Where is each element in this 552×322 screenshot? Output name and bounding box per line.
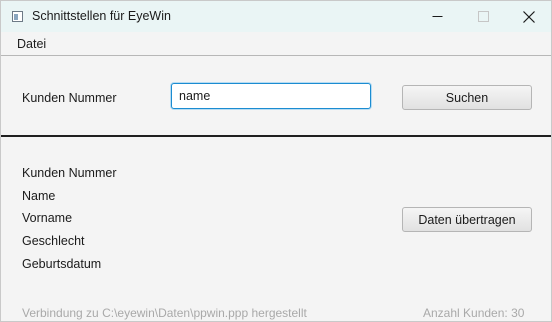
close-button[interactable] — [506, 1, 551, 32]
detail-label-first-name: Vorname — [22, 211, 73, 225]
search-button[interactable]: Suchen — [402, 85, 532, 110]
detail-label-name: Name — [22, 189, 56, 203]
menu-item-datei[interactable]: Datei — [11, 37, 52, 51]
app-window-icon — [12, 11, 23, 22]
menu-bar: Datei — [1, 32, 551, 56]
detail-label-birthdate: Geburtsdatum — [22, 257, 102, 271]
app-window: Schnittstellen für EyeWin Datei Kunden N… — [0, 0, 552, 322]
connection-status: Verbindung zu C:\eyewin\Daten\ppwin.ppp … — [22, 306, 307, 320]
window-title: Schnittstellen für EyeWin — [32, 9, 171, 23]
minimize-icon — [432, 16, 442, 17]
customer-number-label: Kunden Nummer — [22, 91, 117, 105]
detail-label-gender: Geschlecht — [22, 234, 85, 248]
customer-count: Anzahl Kunden: 30 — [423, 306, 525, 320]
title-bar[interactable]: Schnittstellen für EyeWin — [1, 1, 551, 32]
maximize-icon — [477, 11, 489, 22]
transfer-data-button[interactable]: Daten übertragen — [402, 207, 532, 232]
detail-label-customer-number: Kunden Nummer — [22, 166, 117, 180]
customer-search-input[interactable] — [171, 83, 371, 109]
close-icon — [523, 10, 535, 23]
maximize-button[interactable] — [460, 1, 506, 32]
minimize-button[interactable] — [414, 1, 460, 32]
